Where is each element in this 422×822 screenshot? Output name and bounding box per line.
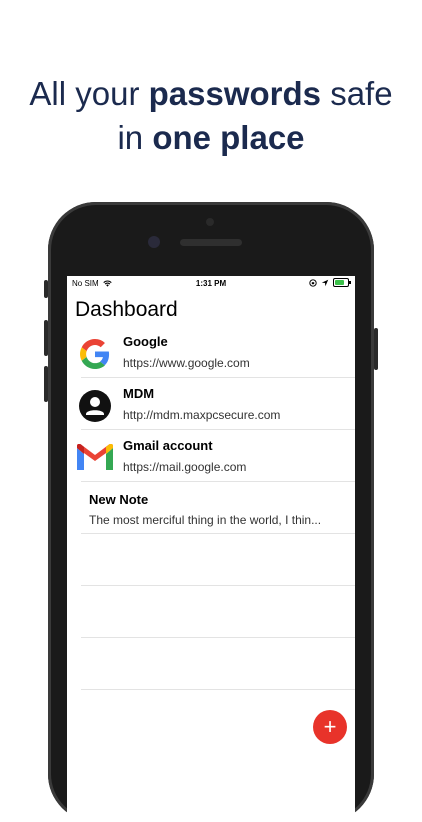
item-url: http://mdm.maxpcsecure.com xyxy=(123,408,281,422)
page-title: Dashboard xyxy=(75,298,178,321)
note-title: New Note xyxy=(89,492,149,507)
divider xyxy=(81,429,355,430)
headline-line-1: All your passwords safe xyxy=(29,75,393,112)
status-right xyxy=(309,278,351,287)
volume-down-button xyxy=(44,366,48,402)
add-item-button[interactable]: + xyxy=(313,710,347,744)
item-name: Gmail account xyxy=(123,438,213,453)
divider xyxy=(81,585,355,586)
note-preview: The most merciful thing in the world, I … xyxy=(89,513,322,527)
item-url: https://mail.google.com xyxy=(123,460,247,474)
power-button xyxy=(374,328,378,370)
item-url: https://www.google.com xyxy=(123,356,250,370)
divider xyxy=(81,481,355,482)
item-name: Google xyxy=(123,334,168,349)
divider xyxy=(81,689,355,690)
plus-icon: + xyxy=(323,714,337,739)
status-bar: No SIM 1:31 PM xyxy=(67,276,355,292)
gmail-logo-icon xyxy=(77,440,113,476)
volume-up-button xyxy=(44,320,48,356)
phone-frame: No SIM 1:31 PM Dashboard Google https://… xyxy=(44,202,378,822)
divider xyxy=(81,637,355,638)
battery-icon xyxy=(333,278,351,287)
front-camera xyxy=(148,236,160,248)
list-item-gmail[interactable]: Gmail account https://mail.google.com xyxy=(77,438,355,484)
list-item-mdm[interactable]: MDM http://mdm.maxpcsecure.com xyxy=(77,386,355,432)
phone-screen: No SIM 1:31 PM Dashboard Google https://… xyxy=(67,276,355,822)
earpiece-speaker xyxy=(180,239,242,246)
divider xyxy=(81,533,355,534)
user-avatar-icon xyxy=(77,388,113,424)
divider xyxy=(81,377,355,378)
location-arrow-icon xyxy=(321,279,329,286)
proximity-sensor xyxy=(206,218,214,226)
mute-switch xyxy=(44,280,48,298)
list-item-google[interactable]: Google https://www.google.com xyxy=(77,334,355,380)
promo-headline: All your passwords safe in one place xyxy=(0,72,422,160)
google-logo-icon xyxy=(77,336,113,372)
item-name: MDM xyxy=(123,386,155,401)
orientation-lock-icon xyxy=(309,278,317,287)
headline-line-2: in one place xyxy=(117,119,305,156)
